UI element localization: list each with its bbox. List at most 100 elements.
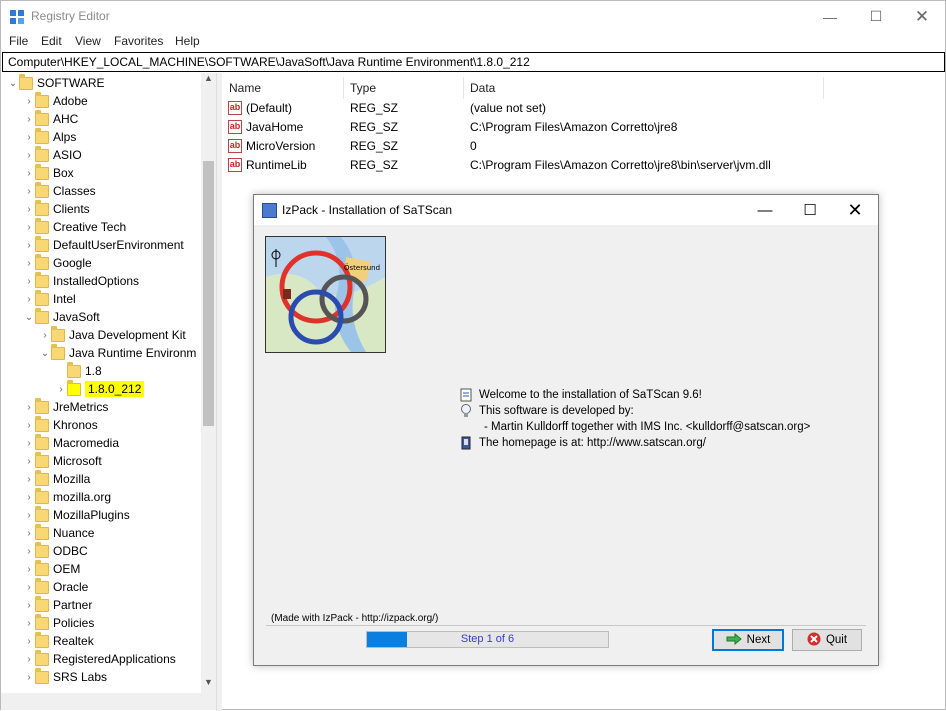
- column-header-name[interactable]: Name: [223, 77, 344, 99]
- scroll-up-arrow-icon[interactable]: ▲: [201, 73, 216, 87]
- chevron-right-icon[interactable]: ›: [23, 618, 35, 629]
- chevron-right-icon[interactable]: ›: [23, 456, 35, 467]
- tree-item[interactable]: › Partner: [23, 595, 92, 614]
- chevron-right-icon[interactable]: ›: [23, 222, 35, 233]
- chevron-right-icon[interactable]: ›: [23, 150, 35, 161]
- column-header-type[interactable]: Type: [344, 77, 464, 99]
- tree-item[interactable]: › Box: [23, 163, 74, 182]
- chevron-right-icon[interactable]: ›: [23, 402, 35, 413]
- chevron-right-icon[interactable]: ›: [23, 546, 35, 557]
- tree-horizontal-scrollbar[interactable]: [1, 693, 216, 710]
- chevron-right-icon[interactable]: ›: [23, 564, 35, 575]
- tree-item[interactable]: › InstalledOptions: [23, 271, 139, 290]
- tree-item-label: Microsoft: [53, 454, 102, 468]
- value-row[interactable]: ab (Default) REG_SZ (value not set): [223, 99, 943, 118]
- chevron-right-icon[interactable]: ›: [23, 114, 35, 125]
- installer-maximize-button[interactable]: ☐: [787, 195, 833, 225]
- chevron-right-icon[interactable]: ›: [39, 330, 51, 341]
- column-header-data[interactable]: Data: [464, 77, 824, 99]
- tree-item[interactable]: › Macromedia: [23, 433, 119, 452]
- chevron-down-icon[interactable]: ⌄: [23, 312, 35, 323]
- value-row[interactable]: ab JavaHome REG_SZ C:\Program Files\Amazon …: [223, 118, 943, 137]
- registry-tree[interactable]: ⌄ SOFTWARE › Adobe › AHC › Alps › ASIO › Box › Clas…: [1, 73, 216, 711]
- value-row[interactable]: ab RuntimeLib REG_SZ C:\Program Files\Amazo…: [223, 156, 943, 175]
- tree-item[interactable]: › Classes: [23, 181, 96, 200]
- tree-item[interactable]: › MozillaPlugins: [23, 505, 130, 524]
- chevron-right-icon[interactable]: ›: [23, 294, 35, 305]
- installer-minimize-button[interactable]: —: [742, 195, 788, 225]
- tree-item[interactable]: › JreMetrics: [23, 397, 108, 416]
- chevron-right-icon[interactable]: ›: [23, 168, 35, 179]
- tree-item[interactable]: › ASIO: [23, 145, 82, 164]
- tree-item-software[interactable]: ⌄ SOFTWARE: [7, 73, 105, 92]
- folder-icon: [35, 199, 49, 216]
- tree-item[interactable]: › Mozilla: [23, 469, 90, 488]
- tree-item[interactable]: › Clients: [23, 199, 90, 218]
- folder-icon: [35, 541, 49, 558]
- menu-favorites[interactable]: Favorites: [114, 34, 163, 48]
- scroll-down-arrow-icon[interactable]: ▼: [201, 677, 216, 691]
- chevron-right-icon[interactable]: ›: [23, 276, 35, 287]
- tree-item[interactable]: › Khronos: [23, 415, 98, 434]
- chevron-down-icon[interactable]: ⌄: [39, 348, 51, 359]
- tree-item[interactable]: › AHC: [23, 109, 78, 128]
- menu-file[interactable]: File: [9, 34, 28, 48]
- tree-item[interactable]: › Adobe: [23, 91, 88, 110]
- chevron-right-icon[interactable]: ›: [23, 258, 35, 269]
- tree-item[interactable]: › Alps: [23, 127, 76, 146]
- tree-item[interactable]: › 1.8.0_212: [55, 379, 145, 398]
- tree-item[interactable]: › Google: [23, 253, 92, 272]
- chevron-right-icon[interactable]: ›: [23, 654, 35, 665]
- maximize-button[interactable]: ☐: [853, 1, 899, 32]
- chevron-right-icon[interactable]: ›: [23, 204, 35, 215]
- menu-edit[interactable]: Edit: [41, 34, 62, 48]
- tree-scrollbar-thumb[interactable]: [203, 161, 214, 426]
- tree-item[interactable]: › mozilla.org: [23, 487, 111, 506]
- menu-help[interactable]: Help: [175, 34, 200, 48]
- menu-view[interactable]: View: [75, 34, 101, 48]
- minimize-button[interactable]: —: [807, 1, 853, 32]
- chevron-right-icon[interactable]: ›: [23, 438, 35, 449]
- chevron-right-icon[interactable]: ›: [23, 132, 35, 143]
- chevron-right-icon[interactable]: ›: [23, 582, 35, 593]
- tree-item[interactable]: › Nuance: [23, 523, 94, 542]
- chevron-right-icon[interactable]: ›: [23, 636, 35, 647]
- tree-item[interactable]: › Policies: [23, 613, 94, 632]
- installer-close-button[interactable]: ✕: [832, 195, 878, 225]
- next-button[interactable]: Next: [712, 629, 784, 651]
- tree-item[interactable]: ⌄ Java Runtime Environm: [39, 343, 196, 362]
- registry-titlebar[interactable]: Registry Editor — ☐ ✕: [1, 1, 945, 32]
- chevron-right-icon[interactable]: ›: [23, 600, 35, 611]
- chevron-right-icon[interactable]: ›: [23, 186, 35, 197]
- chevron-right-icon[interactable]: ›: [23, 528, 35, 539]
- tree-item[interactable]: › RegisteredApplications: [23, 649, 176, 668]
- tree-item[interactable]: › Oracle: [23, 577, 88, 596]
- tree-item[interactable]: › Java Development Kit: [39, 325, 186, 344]
- tree-item[interactable]: › SRS Labs: [23, 667, 107, 686]
- chevron-right-icon[interactable]: ›: [23, 672, 35, 683]
- chevron-right-icon[interactable]: ›: [55, 384, 67, 395]
- tree-item[interactable]: › ODBC: [23, 541, 88, 560]
- tree-item[interactable]: ⌄ JavaSoft: [23, 307, 100, 326]
- chevron-right-icon[interactable]: ›: [23, 420, 35, 431]
- quit-button[interactable]: Quit: [792, 629, 862, 651]
- pane-splitter[interactable]: [216, 73, 222, 711]
- address-bar[interactable]: Computer\HKEY_LOCAL_MACHINE\SOFTWARE\Jav…: [2, 52, 945, 72]
- chevron-right-icon[interactable]: ›: [23, 240, 35, 251]
- chevron-right-icon[interactable]: ›: [23, 474, 35, 485]
- tree-item[interactable]: › OEM: [23, 559, 80, 578]
- lightbulb-icon: [460, 404, 472, 418]
- tree-item[interactable]: › Realtek: [23, 631, 94, 650]
- tree-item[interactable]: › Creative Tech: [23, 217, 126, 236]
- value-row[interactable]: ab MicroVersion REG_SZ 0: [223, 137, 943, 156]
- chevron-right-icon[interactable]: ›: [23, 510, 35, 521]
- chevron-right-icon[interactable]: ›: [23, 492, 35, 503]
- installer-titlebar[interactable]: IzPack - Installation of SaTScan — ☐ ✕: [254, 195, 878, 225]
- tree-item[interactable]: 1.8: [55, 361, 102, 380]
- chevron-right-icon[interactable]: ›: [23, 96, 35, 107]
- close-button[interactable]: ✕: [899, 1, 945, 32]
- chevron-down-icon[interactable]: ⌄: [7, 78, 19, 89]
- tree-item[interactable]: › DefaultUserEnvironment: [23, 235, 184, 254]
- tree-item[interactable]: › Microsoft: [23, 451, 102, 470]
- tree-item[interactable]: › Intel: [23, 289, 76, 308]
